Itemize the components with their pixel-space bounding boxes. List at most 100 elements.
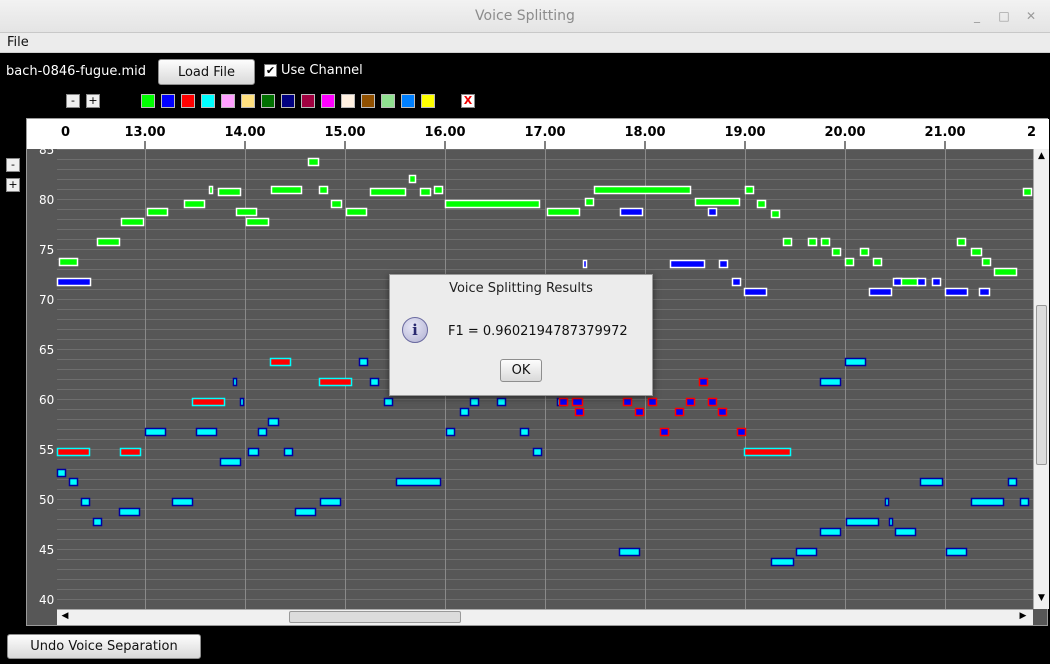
dialog-title: Voice Splitting Results (449, 281, 593, 296)
note-blue (916, 277, 927, 287)
color-swatch[interactable] (361, 94, 375, 108)
note-cyan (232, 377, 238, 387)
note-green (235, 207, 258, 217)
time-label: 17.00 (524, 125, 565, 140)
scroll-down-icon[interactable]: ▼ (1036, 593, 1047, 605)
note-cyan (888, 517, 894, 527)
note-mixed (622, 397, 633, 407)
time-label: 21.00 (924, 125, 965, 140)
ok-button[interactable]: OK (500, 359, 542, 382)
note-cyan (844, 357, 867, 367)
color-swatch[interactable] (321, 94, 335, 108)
horizontal-scrollbar[interactable]: ◀ ▶ (57, 609, 1033, 625)
note-blue (718, 259, 729, 269)
color-swatch[interactable] (421, 94, 435, 108)
color-swatch[interactable] (161, 94, 175, 108)
zoom-out-button[interactable]: - (66, 94, 80, 108)
vertical-scrollbar[interactable]: ▲ ▼ (1033, 149, 1049, 609)
color-swatch[interactable] (281, 94, 295, 108)
pitch-label: 55 (39, 443, 55, 457)
note-blue (892, 277, 903, 287)
note-mixed (736, 427, 747, 437)
time-label: 16.00 (424, 125, 465, 140)
title-bar: Voice Splitting _ □ ✕ (0, 0, 1050, 33)
note-cyan (519, 427, 530, 437)
color-swatch[interactable] (241, 94, 255, 108)
note-mixed (707, 397, 718, 407)
note-cyan (819, 527, 842, 537)
color-swatch[interactable] (201, 94, 215, 108)
note-green (408, 174, 417, 184)
close-icon[interactable]: ✕ (1024, 9, 1038, 23)
scroll-right-icon[interactable]: ▶ (1017, 611, 1029, 623)
note-cyan (239, 397, 245, 407)
note-cyan (358, 357, 369, 367)
note-blue (731, 277, 742, 287)
note-cyan (845, 517, 880, 527)
note-cyan (144, 427, 167, 437)
color-swatch[interactable] (341, 94, 355, 108)
pitch-label: 85 (39, 143, 55, 157)
note-cyan (92, 517, 103, 527)
horizontal-scroll-thumb[interactable] (289, 611, 461, 623)
note-cyan (118, 507, 141, 517)
note-green (146, 207, 169, 217)
note-green (584, 197, 595, 207)
note-cyan (884, 497, 890, 507)
note-blue (669, 259, 706, 269)
pitch-label: 80 (39, 193, 55, 207)
note-cyan (945, 547, 968, 557)
note-blue (582, 259, 588, 269)
note-cyan (68, 477, 79, 487)
remove-color-button[interactable]: X (461, 94, 475, 108)
vertical-zoom-out-button[interactable]: - (6, 158, 20, 172)
scroll-up-icon[interactable]: ▲ (1036, 151, 1047, 163)
note-cyan (445, 427, 456, 437)
color-swatch[interactable] (301, 94, 315, 108)
note-blue (707, 207, 718, 217)
note-green (208, 185, 214, 195)
color-swatch[interactable] (401, 94, 415, 108)
time-ruler-svg: 0 13.00 14.00 15.00 16.00 17.00 18.00 19.00 20.0… (61, 125, 1036, 149)
note-blue (56, 277, 92, 287)
note-green (872, 257, 883, 267)
note-green (318, 185, 329, 195)
note-cyan (819, 377, 842, 387)
color-swatch[interactable] (181, 94, 195, 108)
time-label: 19.00 (724, 125, 765, 140)
color-swatch[interactable] (261, 94, 275, 108)
note-cyan (56, 468, 67, 478)
note-green (345, 207, 368, 217)
note-cyan (496, 397, 507, 407)
time-label: 14.00 (224, 125, 265, 140)
note-cyan (1019, 497, 1030, 507)
note-red (269, 357, 292, 367)
note-cyan (469, 397, 480, 407)
color-swatch[interactable] (381, 94, 395, 108)
note-mixed (571, 397, 584, 407)
results-dialog: Voice Splitting Results i F1 = 0.9602194… (389, 274, 653, 396)
note-cyan (795, 547, 818, 557)
note-blue (931, 277, 942, 287)
note-green (782, 237, 793, 247)
use-channel-checkbox[interactable]: ✔ (264, 64, 277, 77)
note-cyan (395, 477, 442, 487)
vertical-scroll-thumb[interactable] (1036, 305, 1047, 465)
load-file-button[interactable]: Load File (158, 59, 255, 85)
minimize-icon[interactable]: _ (970, 9, 984, 23)
window-title: Voice Splitting (475, 8, 575, 24)
zoom-in-button[interactable]: + (86, 94, 100, 108)
scroll-left-icon[interactable]: ◀ (59, 611, 71, 623)
maximize-icon[interactable]: □ (997, 9, 1011, 23)
menu-file[interactable]: File (7, 35, 29, 50)
undo-voice-separation-button[interactable]: Undo Voice Separation (7, 634, 201, 659)
vertical-zoom-in-button[interactable]: + (6, 178, 20, 192)
note-cyan (195, 427, 218, 437)
color-swatch[interactable] (141, 94, 155, 108)
use-channel-label: Use Channel (281, 63, 363, 78)
time-ruler: 0 13.00 14.00 15.00 16.00 17.00 18.00 19.00 20.0… (27, 119, 1049, 149)
use-channel-option[interactable]: ✔ Use Channel (264, 63, 363, 78)
note-green (981, 257, 992, 267)
color-swatch[interactable] (221, 94, 235, 108)
note-cyan (267, 417, 280, 427)
